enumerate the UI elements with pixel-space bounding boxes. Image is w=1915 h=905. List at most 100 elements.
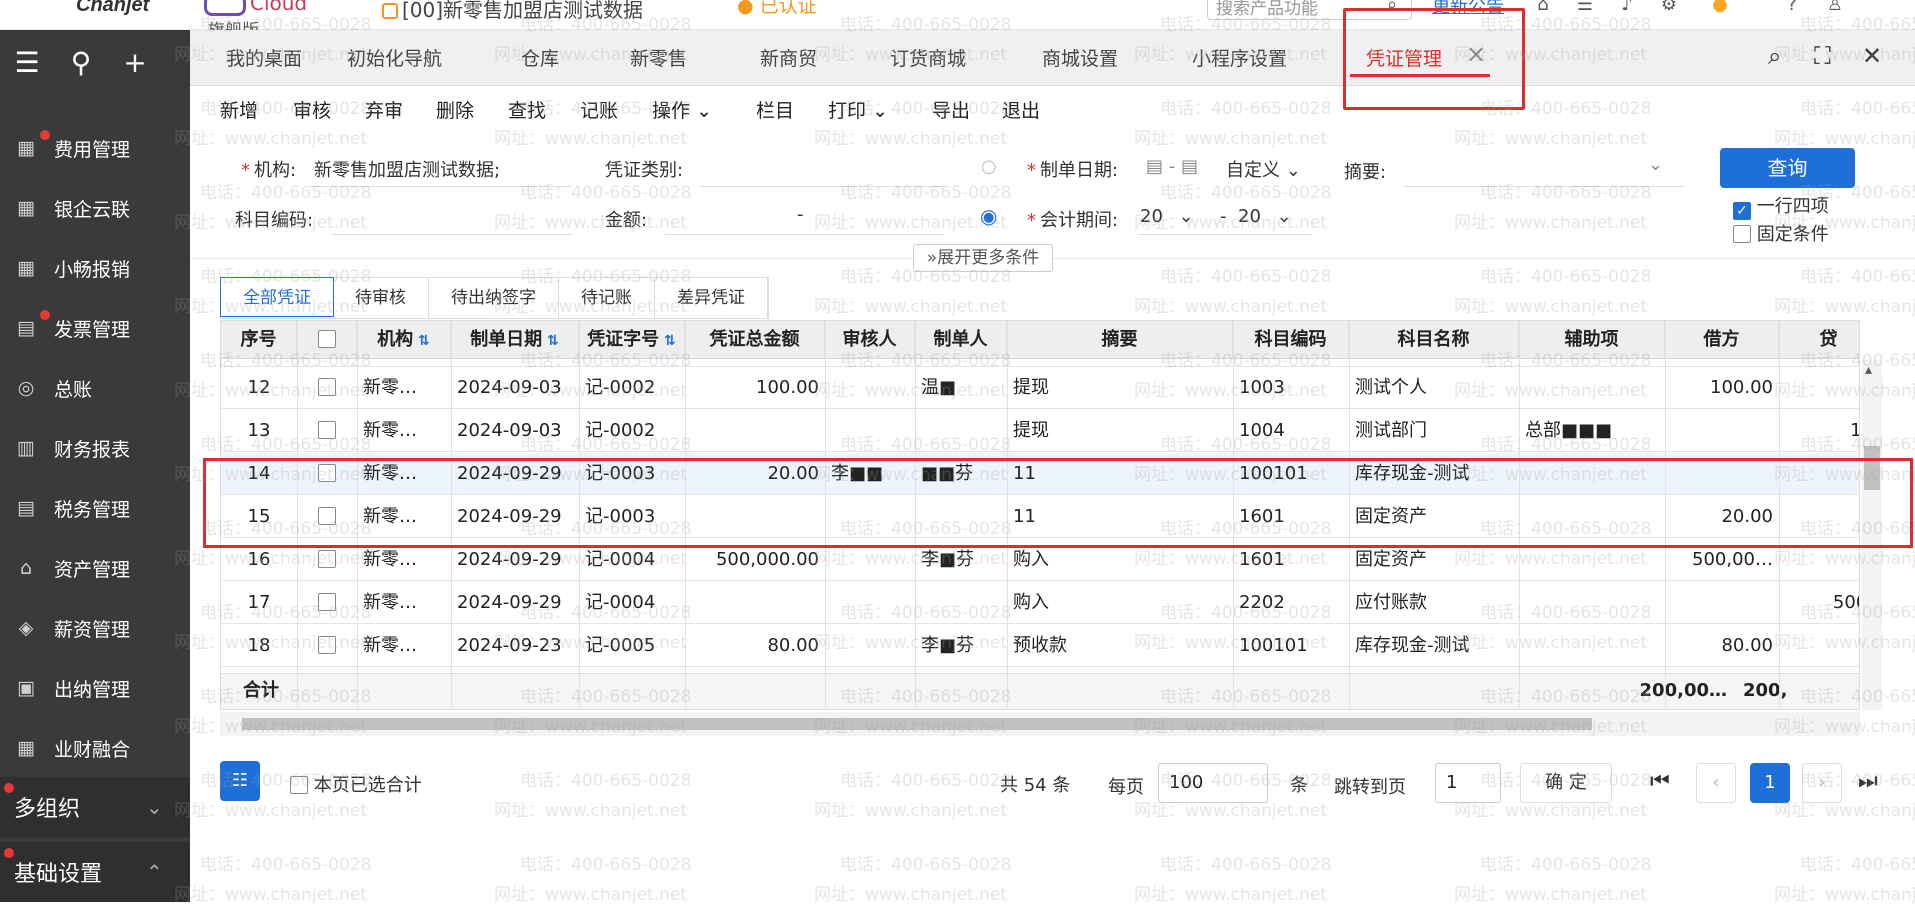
sort-icon[interactable]: ⇅: [413, 333, 430, 349]
sidebar-item-3[interactable]: ▤ 发票管理: [0, 298, 190, 358]
sidebar-header: ☰ ⚲ +: [0, 30, 190, 94]
fullscreen-icon[interactable]: ⛶: [1814, 42, 1831, 70]
sidebar-item-5[interactable]: ▥ 财务报表: [0, 418, 190, 478]
jump-page-input[interactable]: 1: [1435, 763, 1501, 803]
table-row[interactable]: 18 新零… 2024-09-23 记-0005 80.00 李■芬 预收款 100101 库存…: [221, 625, 1859, 667]
add-icon[interactable]: +: [118, 46, 152, 79]
query-button[interactable]: 查询: [1720, 148, 1855, 188]
tab-new-trade[interactable]: 新商贸: [760, 44, 817, 71]
sidebar-item-7[interactable]: ⌂ 资产管理: [0, 538, 190, 598]
sidebar-item-label: 发票管理: [54, 318, 131, 341]
close-icon[interactable]: ✕: [1862, 42, 1882, 70]
sidebar-item-8[interactable]: ◈ 薪资管理: [0, 598, 190, 658]
last-page-icon[interactable]: ⏭: [1858, 769, 1878, 794]
sidebar-group-basic-settings[interactable]: 基础设置 ⌃: [0, 842, 190, 902]
double-chevron-down-icon: »: [926, 248, 938, 268]
table-row[interactable]: 13 新零… 2024-09-03 记-0002 提现 1004 测试部门 总部■■■ 10: [221, 410, 1859, 452]
list-icon[interactable]: ☰: [1575, 0, 1595, 14]
one-row-four-option[interactable]: ✓ 一行四项: [1733, 192, 1829, 220]
fixed-conditions-option[interactable]: 固定条件: [1733, 220, 1829, 246]
period-from-select[interactable]: 20 ⌄: [1140, 206, 1194, 227]
tab-order-mall[interactable]: 订货商城: [890, 44, 966, 71]
watermark-phone: 电话：400-665-0028: [1480, 267, 1652, 287]
per-page-input[interactable]: 100: [1158, 763, 1268, 803]
select-all-checkbox[interactable]: [317, 330, 336, 348]
print-menu[interactable]: 打印 ⌄: [828, 96, 888, 123]
operation-menu[interactable]: 操作 ⌄: [652, 96, 712, 123]
integration-icon: ▦: [17, 737, 35, 759]
date-mode-select[interactable]: 自定义 ⌄: [1226, 156, 1301, 182]
unaudit-button[interactable]: 弃审: [365, 96, 403, 123]
sidebar-item-4[interactable]: ◎ 总账: [0, 358, 190, 418]
help-icon[interactable]: ?: [1782, 0, 1802, 14]
prev-page-icon[interactable]: ‹: [1696, 763, 1736, 803]
voucher-type-field[interactable]: [700, 186, 945, 187]
amount-range-field[interactable]: [665, 234, 945, 235]
sort-icon[interactable]: ⇅: [542, 333, 559, 349]
tab-all-vouchers[interactable]: 全部凭证: [220, 277, 334, 317]
horizontal-scrollbar[interactable]: [220, 712, 1860, 736]
audit-button[interactable]: 审核: [293, 96, 331, 123]
tab-desktop[interactable]: 我的桌面: [226, 44, 302, 71]
confirm-button[interactable]: 确 定: [1520, 763, 1612, 803]
summary-field[interactable]: [1404, 186, 1684, 187]
sidebar-item-0[interactable]: ▦ 费用管理: [0, 118, 190, 178]
page-total-option[interactable]: 本页已选合计: [290, 771, 422, 797]
chevron-down-icon[interactable]: ⌄: [1648, 154, 1663, 175]
tab-miniapp-settings[interactable]: 小程序设置: [1192, 44, 1287, 71]
tab-pending-post[interactable]: 待记账: [559, 278, 655, 318]
scroll-up-icon[interactable]: ▴: [1865, 362, 1872, 378]
avatar[interactable]: ●: [1710, 0, 1730, 14]
row-checkbox[interactable]: [297, 410, 357, 452]
table-row[interactable]: 12 新零… 2024-09-03 记-0002 100.00 温■ 提现 1003 测试个人 1…: [221, 367, 1859, 409]
tab-mall-settings[interactable]: 商城设置: [1042, 44, 1118, 71]
column-settings-icon[interactable]: ☷: [220, 761, 260, 801]
sidebar-item-10[interactable]: ▦ 业财融合: [0, 718, 190, 778]
org-field[interactable]: 新零售加盟店测试数据;: [314, 156, 500, 182]
settings-icon[interactable]: ⚙: [1659, 0, 1679, 14]
tab-warehouse[interactable]: 仓库: [521, 44, 559, 71]
tab-difference[interactable]: 差异凭证: [655, 278, 768, 318]
delete-button[interactable]: 删除: [436, 96, 474, 123]
first-page-icon[interactable]: ⏮: [1650, 769, 1670, 794]
period-to-select[interactable]: 20 ⌄: [1238, 206, 1292, 227]
cell-4: 记-0004: [585, 592, 656, 613]
columns-button[interactable]: 栏目: [756, 96, 794, 123]
sort-icon[interactable]: ⇅: [659, 333, 676, 349]
bell-icon[interactable]: ♪: [1617, 0, 1637, 14]
current-page[interactable]: 1: [1750, 763, 1790, 803]
row-checkbox[interactable]: [297, 367, 357, 409]
sidebar-item-1[interactable]: ▦ 银企云联: [0, 178, 190, 238]
checkbox-icon: [318, 550, 336, 568]
date-mode-value: 自定义: [1226, 160, 1280, 181]
tab-new-retail[interactable]: 新零售: [630, 44, 687, 71]
table-row[interactable]: 17 新零… 2024-09-29 记-0004 购入 2202 应付账款 500,: [221, 582, 1859, 624]
new-button[interactable]: 新增: [220, 96, 258, 123]
date-radio[interactable]: ○: [981, 156, 997, 177]
sidebar-item-9[interactable]: ▣ 出纳管理: [0, 658, 190, 718]
tab-pending-audit[interactable]: 待审核: [333, 278, 429, 318]
scroll-thumb[interactable]: [242, 718, 1592, 730]
next-page-icon[interactable]: ›: [1802, 763, 1842, 803]
search-icon[interactable]: ⚲: [64, 46, 98, 79]
user-icon[interactable]: ♙: [1825, 0, 1845, 14]
row-checkbox[interactable]: [297, 625, 357, 667]
account-selector[interactable]: [00]新零售加盟店测试数据: [382, 0, 643, 23]
sidebar-group-multi-org[interactable]: 多组织 ⌄: [0, 777, 190, 837]
exit-button[interactable]: 退出: [1002, 96, 1040, 123]
menu-icon[interactable]: ☰: [10, 46, 44, 79]
search-icon[interactable]: ⌕: [1768, 42, 1781, 70]
date-range-field[interactable]: ▤ - ▤: [1146, 156, 1198, 177]
home-icon[interactable]: ⌂: [1533, 0, 1553, 14]
expand-conditions-button[interactable]: »展开更多条件: [913, 244, 1053, 272]
sidebar-item-2[interactable]: ▦ 小畅报销: [0, 238, 190, 298]
find-button[interactable]: 查找: [508, 96, 546, 123]
subject-code-field[interactable]: [332, 234, 572, 235]
tab-init-nav[interactable]: 初始化导航: [347, 44, 442, 71]
sidebar-item-6[interactable]: ▤ 税务管理: [0, 478, 190, 538]
post-button[interactable]: 记账: [580, 96, 618, 123]
row-checkbox[interactable]: [297, 582, 357, 624]
period-radio[interactable]: ◉: [980, 204, 997, 228]
export-button[interactable]: 导出: [932, 96, 970, 123]
tab-pending-cashier[interactable]: 待出纳签字: [429, 278, 559, 318]
